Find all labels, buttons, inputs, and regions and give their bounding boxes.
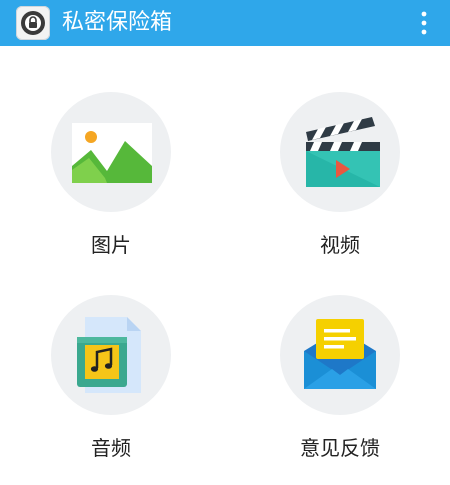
grid-item-label: 意见反馈 — [300, 436, 380, 460]
grid-item-label: 音频 — [91, 436, 131, 460]
audio-file-icon-circle — [51, 295, 171, 415]
feedback-envelope-icon — [304, 319, 376, 389]
grid-item-audio[interactable]: 音频 — [21, 295, 201, 485]
audio-file-icon — [77, 317, 141, 393]
vault-lock-icon — [16, 6, 50, 40]
video-clapper-icon — [306, 117, 380, 187]
video-clapper-icon-circle — [280, 92, 400, 212]
image-icon-circle — [51, 92, 171, 212]
app-bar: 私密保险箱 — [0, 0, 450, 46]
grid-item-feedback[interactable]: 意见反馈 — [250, 295, 430, 485]
feedback-envelope-icon-circle — [280, 295, 400, 415]
app-title: 私密保险箱 — [62, 10, 173, 35]
grid-item-video[interactable]: 视频 — [250, 92, 430, 282]
grid-item-label: 视频 — [320, 233, 360, 257]
more-vert-icon[interactable] — [412, 6, 436, 40]
grid-item-label: 图片 — [91, 233, 131, 257]
image-icon — [72, 123, 152, 183]
grid-item-images[interactable]: 图片 — [21, 92, 201, 282]
